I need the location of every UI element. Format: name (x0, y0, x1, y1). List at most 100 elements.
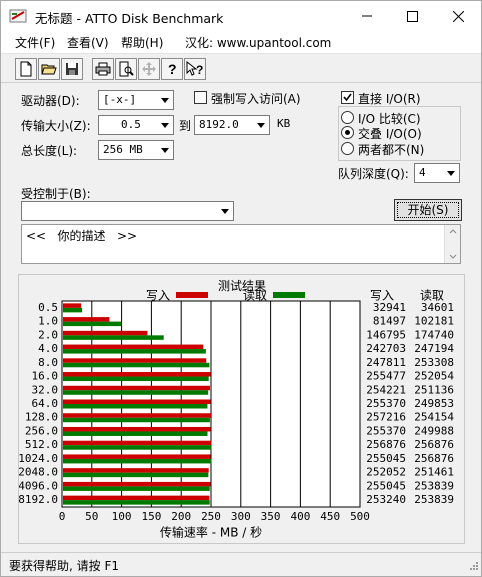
radio-selected-dot (345, 130, 350, 135)
force-write-checkbox[interactable] (194, 91, 207, 104)
controlled-by-label: 受控制于(B): (21, 187, 91, 201)
title-bar[interactable]: 无标题 - ATTO Disk Benchmark (1, 1, 481, 31)
read-bar (63, 321, 122, 327)
write-value-label: 252052 (366, 466, 406, 479)
legend-write-swatch (176, 292, 208, 298)
drive-value: [-x-] (103, 93, 137, 106)
direct-io-checkbox[interactable] (341, 91, 354, 104)
minimize-button[interactable] (344, 1, 390, 31)
chevron-down-icon (156, 91, 173, 109)
start-button[interactable]: 开始(S) (394, 199, 462, 221)
y-tick-label: 64.0 (32, 397, 59, 410)
read-value-label: 102181 (414, 315, 454, 328)
y-tick-label: 2.0 (38, 328, 58, 341)
overlap-io-radio[interactable] (341, 126, 354, 139)
y-tick-label: 32.0 (32, 383, 59, 396)
total-length-select[interactable]: 256 MB (98, 140, 174, 160)
context-help-button[interactable]: ? (184, 58, 206, 80)
write-bar (63, 317, 110, 322)
y-tick-label: 512.0 (25, 438, 58, 451)
read-value-label: 253839 (414, 493, 454, 506)
print-preview-icon (119, 61, 134, 77)
queue-depth-label: 队列深度(Q): (338, 167, 409, 181)
y-tick-label: 4096.0 (19, 479, 58, 492)
io-compare-radio[interactable] (341, 111, 354, 124)
write-value-label: 255370 (366, 424, 406, 437)
read-value-label: 256876 (414, 438, 454, 451)
read-value-label: 253308 (414, 356, 454, 369)
read-bar (63, 390, 209, 395)
read-bar (63, 500, 210, 505)
x-tick-label: 250 (201, 510, 221, 523)
print-preview-button[interactable] (115, 58, 137, 80)
x-tick-label: 150 (141, 510, 161, 523)
status-text: 要获得帮助, 请按 F1 (9, 559, 119, 573)
print-button[interactable] (92, 58, 114, 80)
x-tick-label: 100 (112, 510, 132, 523)
svg-text:?: ? (196, 63, 203, 77)
scroll-down-icon[interactable] (449, 254, 457, 259)
chevron-down-icon (156, 116, 173, 134)
save-button[interactable] (61, 58, 83, 80)
y-tick-label: 4.0 (38, 342, 58, 355)
checkmark-icon (343, 93, 352, 102)
window-title: 无标题 - ATTO Disk Benchmark (35, 11, 224, 26)
chevron-down-icon (216, 202, 233, 220)
to-label: 到 (179, 119, 192, 133)
write-value-label: 146795 (366, 328, 406, 341)
write-value-label: 256876 (366, 438, 406, 451)
neither-radio[interactable] (341, 142, 354, 155)
write-value-label: 255045 (366, 479, 406, 492)
queue-depth-select[interactable]: 4 (414, 163, 460, 183)
write-value-label: 255045 (366, 452, 406, 465)
write-bar (63, 344, 204, 350)
y-tick-label: 8.0 (38, 356, 58, 369)
save-icon (66, 63, 78, 75)
help-button[interactable]: ? (161, 58, 183, 80)
write-bar (63, 303, 82, 308)
read-bar (63, 431, 208, 436)
controlled-by-select[interactable] (21, 201, 234, 221)
legend-write-label: 写入 (146, 289, 170, 303)
close-button[interactable] (435, 1, 481, 31)
open-button[interactable] (38, 58, 60, 80)
write-bar (63, 495, 210, 501)
read-bar (63, 472, 209, 478)
chevron-down-icon (252, 116, 269, 134)
description-textarea[interactable]: << 你的描述 >> (21, 224, 461, 264)
y-tick-label: 16.0 (32, 370, 59, 383)
results-chart: 测试结果写入 读取 写入 读取0 50 100 150 200 250 300 350 400 450 5… (19, 278, 454, 540)
move-button[interactable] (138, 58, 160, 80)
write-value-label: 32941 (373, 301, 406, 314)
read-bar (63, 335, 164, 340)
menu-file[interactable]: 文件(F) (15, 34, 55, 51)
x-axis-label: 传输速率 - MB / 秒 (160, 525, 262, 540)
x-tick-label: 500 (350, 510, 370, 523)
read-bar (63, 307, 83, 313)
legend-read-label: 读取 (243, 289, 267, 303)
read-bar (63, 376, 209, 382)
move-icon (142, 62, 156, 76)
drive-select[interactable]: [-x-] (98, 90, 174, 110)
force-write-label: 强制写入访问(A) (211, 92, 301, 106)
minimize-icon (362, 15, 372, 17)
new-button[interactable] (15, 58, 37, 80)
direct-io-label: 直接 I/O(R) (358, 92, 421, 106)
transfer-to-value: 8192.0 (199, 118, 239, 131)
read-value-label: 174740 (414, 328, 454, 341)
transfer-from-select[interactable]: 0.5 (98, 115, 174, 135)
read-bar (63, 349, 206, 354)
scroll-up-icon[interactable] (449, 229, 457, 234)
menu-localization-site[interactable]: 汉化: www.upantool.com (185, 34, 331, 51)
menu-help[interactable]: 帮助(H) (121, 34, 163, 51)
resize-grip-icon[interactable] (467, 561, 479, 573)
menu-view[interactable]: 查看(V) (67, 34, 109, 51)
transfer-to-select[interactable]: 8192.0 (194, 115, 270, 135)
maximize-button[interactable] (389, 1, 435, 31)
overlap-io-label: 交叠 I/O(O) (358, 127, 422, 141)
write-value-label: 253240 (366, 493, 406, 506)
write-bar (63, 358, 207, 363)
write-value-label: 81497 (373, 315, 406, 328)
read-bar (63, 458, 212, 464)
description-scrollbar[interactable] (444, 225, 460, 263)
